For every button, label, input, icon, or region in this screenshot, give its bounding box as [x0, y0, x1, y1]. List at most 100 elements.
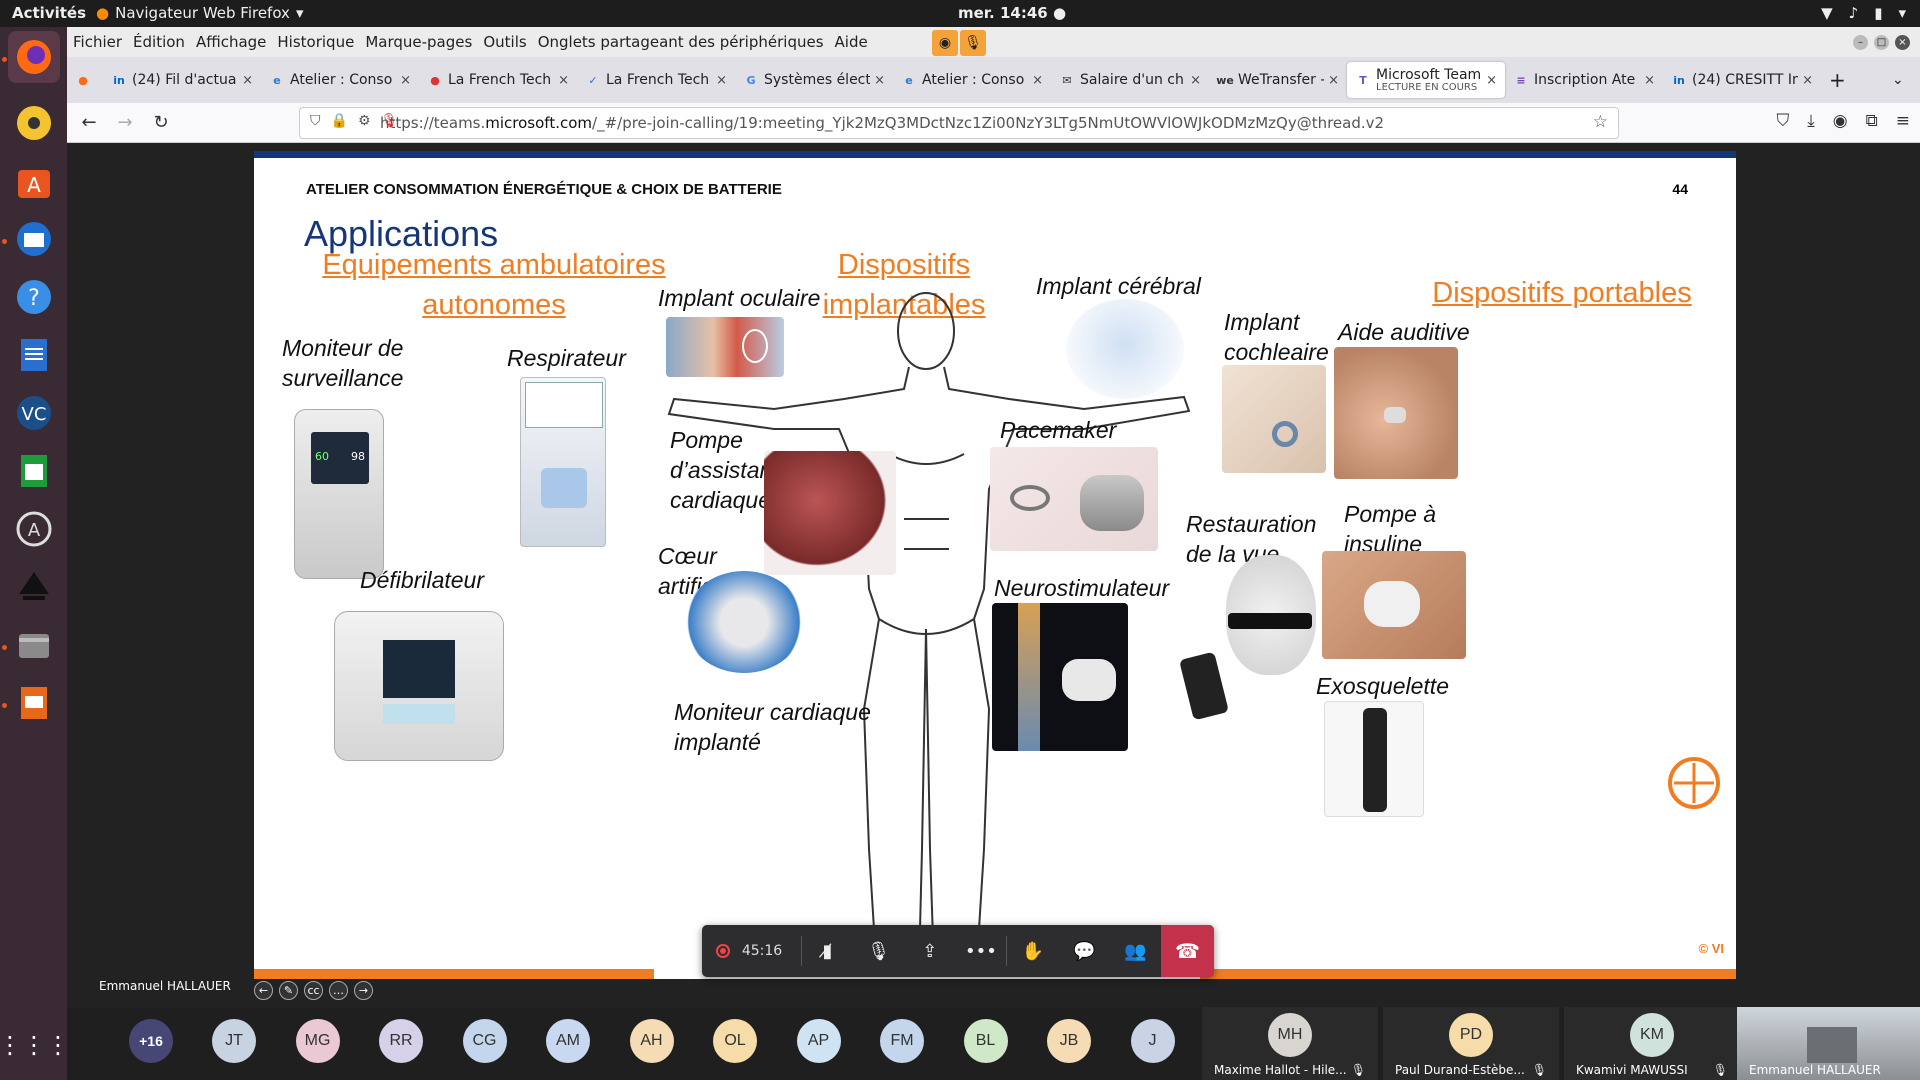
veracrypt-icon[interactable]: VC: [8, 387, 60, 439]
menu-marque-pages[interactable]: Marque-pages: [365, 33, 472, 51]
close-tab-icon[interactable]: ×: [1328, 73, 1339, 88]
close-tab-icon[interactable]: ×: [558, 73, 569, 88]
close-tab-icon[interactable]: ×: [242, 73, 253, 88]
menu-edition[interactable]: Édition: [133, 33, 185, 51]
firefox-view-button[interactable]: ●: [67, 62, 103, 98]
participant-avatar[interactable]: JT: [212, 1019, 256, 1063]
impress-icon[interactable]: [8, 677, 60, 729]
participant-avatar[interactable]: BL: [963, 1019, 1008, 1063]
participant-avatar[interactable]: AP: [796, 1019, 841, 1063]
menu-affichage[interactable]: Affichage: [196, 33, 266, 51]
next-slide-button[interactable]: →: [354, 981, 373, 1000]
clock[interactable]: mer. 14:46 ●: [958, 4, 1066, 22]
tab-4[interactable]: G Systèmes élect ×: [735, 62, 893, 98]
pen-icon[interactable]: ✎: [279, 981, 298, 1000]
menu-fichier[interactable]: Fichier: [73, 33, 122, 51]
share-screen-button[interactable]: ⇪: [904, 925, 955, 977]
participant-avatar[interactable]: JB: [1047, 1019, 1091, 1063]
artificial-heart-image: [684, 571, 804, 673]
close-tab-icon[interactable]: ×: [716, 73, 727, 88]
close-tab-icon[interactable]: ×: [400, 73, 411, 88]
more-participants-button[interactable]: +16: [129, 1019, 173, 1063]
close-tab-icon[interactable]: ×: [1032, 73, 1043, 88]
files-icon[interactable]: [8, 619, 60, 671]
menu-historique[interactable]: Historique: [277, 33, 354, 51]
raise-hand-button[interactable]: ✋: [1007, 925, 1058, 977]
participant-avatar[interactable]: CG: [462, 1019, 507, 1063]
list-tabs-button[interactable]: ⌄: [1884, 62, 1920, 98]
maximize-button[interactable]: □: [1874, 35, 1889, 50]
show-apps-icon[interactable]: ⋮⋮⋮: [0, 1019, 70, 1071]
defibrillator-device: [334, 611, 504, 761]
tab-3[interactable]: ✓ La French Tech ×: [577, 62, 735, 98]
menu-onglets[interactable]: Onglets partageant des périphériques: [538, 33, 824, 51]
mic-off-button[interactable]: 🎙: [853, 925, 904, 977]
tab-5[interactable]: e Atelier : Conso ×: [893, 62, 1051, 98]
software-center-icon[interactable]: A: [8, 155, 60, 207]
previous-slide-button[interactable]: ←: [254, 981, 273, 1000]
tab-0[interactable]: in (24) Fil d'actua ×: [103, 62, 261, 98]
updater-icon[interactable]: A: [8, 503, 60, 555]
menu-aide[interactable]: Aide: [835, 33, 868, 51]
camera-off-button[interactable]: ▮̸: [802, 925, 853, 977]
forward-button[interactable]: →: [107, 112, 143, 133]
firefox-icon[interactable]: [8, 31, 60, 83]
new-tab-button[interactable]: +: [1821, 62, 1857, 98]
downloads-icon[interactable]: ⤓: [1807, 111, 1815, 131]
hamburger-menu-icon[interactable]: ≡: [1896, 111, 1910, 131]
participant-avatar[interactable]: AM: [546, 1019, 590, 1063]
site-info[interactable]: ⛉ 🔒 ⚙ 🎙: [310, 113, 398, 129]
tab-6[interactable]: ✉ Salaire d'un ch ×: [1051, 62, 1209, 98]
rhythmbox-icon[interactable]: [8, 97, 60, 149]
tab-8[interactable]: T Microsoft Team LECTURE EN COURS ×: [1347, 62, 1505, 98]
tab-9[interactable]: ≡ Inscription Ate ×: [1505, 62, 1663, 98]
video-tile[interactable]: Emmanuel HALLAUER: [1737, 1007, 1920, 1080]
close-tab-icon[interactable]: ×: [1802, 73, 1813, 88]
close-window-button[interactable]: ×: [1895, 35, 1910, 50]
minimize-button[interactable]: –: [1853, 35, 1868, 50]
url-bar[interactable]: ⛉ 🔒 ⚙ 🎙 https://teams.microsoft.com/_#/p…: [299, 107, 1619, 139]
inkscape-icon[interactable]: [8, 561, 60, 613]
tab-1[interactable]: e Atelier : Conso ×: [261, 62, 419, 98]
close-tab-icon[interactable]: ×: [874, 73, 885, 88]
menu-outils[interactable]: Outils: [483, 33, 526, 51]
menu-bar: Fichier Édition Affichage Historique Mar…: [67, 27, 1920, 57]
more-icon[interactable]: …: [329, 981, 348, 1000]
system-tray[interactable]: ▼ ♪ ▮ ▾: [1821, 4, 1906, 22]
pocket-icon[interactable]: ⛉: [1777, 111, 1790, 131]
close-tab-icon[interactable]: ×: [1644, 73, 1655, 88]
exoskeleton-image: [1324, 701, 1424, 817]
calc-icon[interactable]: [8, 445, 60, 497]
participants-button[interactable]: 👥: [1110, 925, 1161, 977]
back-button[interactable]: ←: [71, 112, 107, 133]
participant-tile[interactable]: PD Paul Durand-Estèbe... 🎙: [1383, 1007, 1559, 1080]
participant-avatar[interactable]: FM: [880, 1019, 924, 1063]
captions-icon[interactable]: cc: [304, 981, 323, 1000]
participant-tile[interactable]: KM Kwamivi MAWUSSI 🎙: [1564, 1007, 1740, 1080]
participant-avatar[interactable]: OL: [713, 1019, 757, 1063]
activities-button[interactable]: Activités: [12, 4, 86, 22]
more-actions-button[interactable]: •••: [955, 925, 1006, 977]
writer-icon[interactable]: [8, 329, 60, 381]
help-icon[interactable]: ?: [8, 271, 60, 323]
chat-button[interactable]: 💬: [1059, 925, 1110, 977]
thunderbird-icon[interactable]: [8, 213, 60, 265]
bookmark-star-icon[interactable]: ☆: [1593, 112, 1608, 132]
participant-avatar[interactable]: AH: [629, 1019, 674, 1063]
extensions-icon[interactable]: ⧉: [1866, 111, 1878, 131]
hang-up-button[interactable]: ☎: [1160, 925, 1215, 977]
close-tab-icon[interactable]: ×: [1486, 73, 1497, 88]
participant-tile[interactable]: MH Maxime Hallot - Hile... 🎙: [1202, 1007, 1378, 1080]
reload-button[interactable]: ↻: [143, 112, 179, 133]
screen-share-icon[interactable]: ◉: [932, 30, 958, 56]
tab-2[interactable]: ● La French Tech ×: [419, 62, 577, 98]
tab-10[interactable]: in (24) CRESITT In ×: [1663, 62, 1821, 98]
participant-avatar[interactable]: J: [1130, 1019, 1175, 1063]
tab-7[interactable]: we WeTransfer - S ×: [1209, 62, 1347, 98]
participant-avatar[interactable]: MG: [295, 1019, 340, 1063]
participant-avatar[interactable]: RR: [379, 1019, 423, 1063]
app-menu[interactable]: ● Navigateur Web Firefox ▾: [96, 4, 303, 22]
account-icon[interactable]: ◉: [1833, 111, 1848, 131]
microphone-icon[interactable]: 🎙: [960, 30, 986, 56]
close-tab-icon[interactable]: ×: [1190, 73, 1201, 88]
